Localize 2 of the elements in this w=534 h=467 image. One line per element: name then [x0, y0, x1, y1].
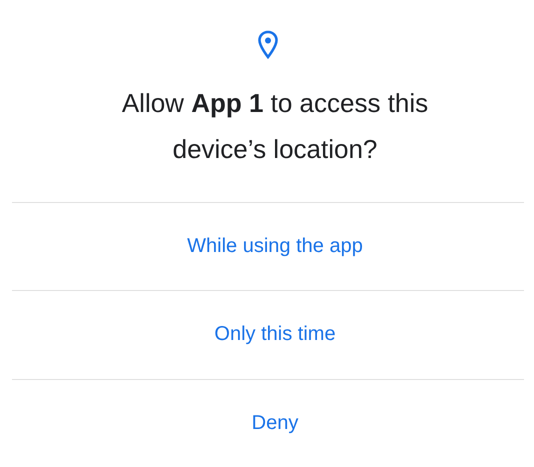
location-pin-icon: [257, 30, 279, 60]
dialog-title: Allow App 1 to access this device’s location?: [120, 87, 430, 166]
